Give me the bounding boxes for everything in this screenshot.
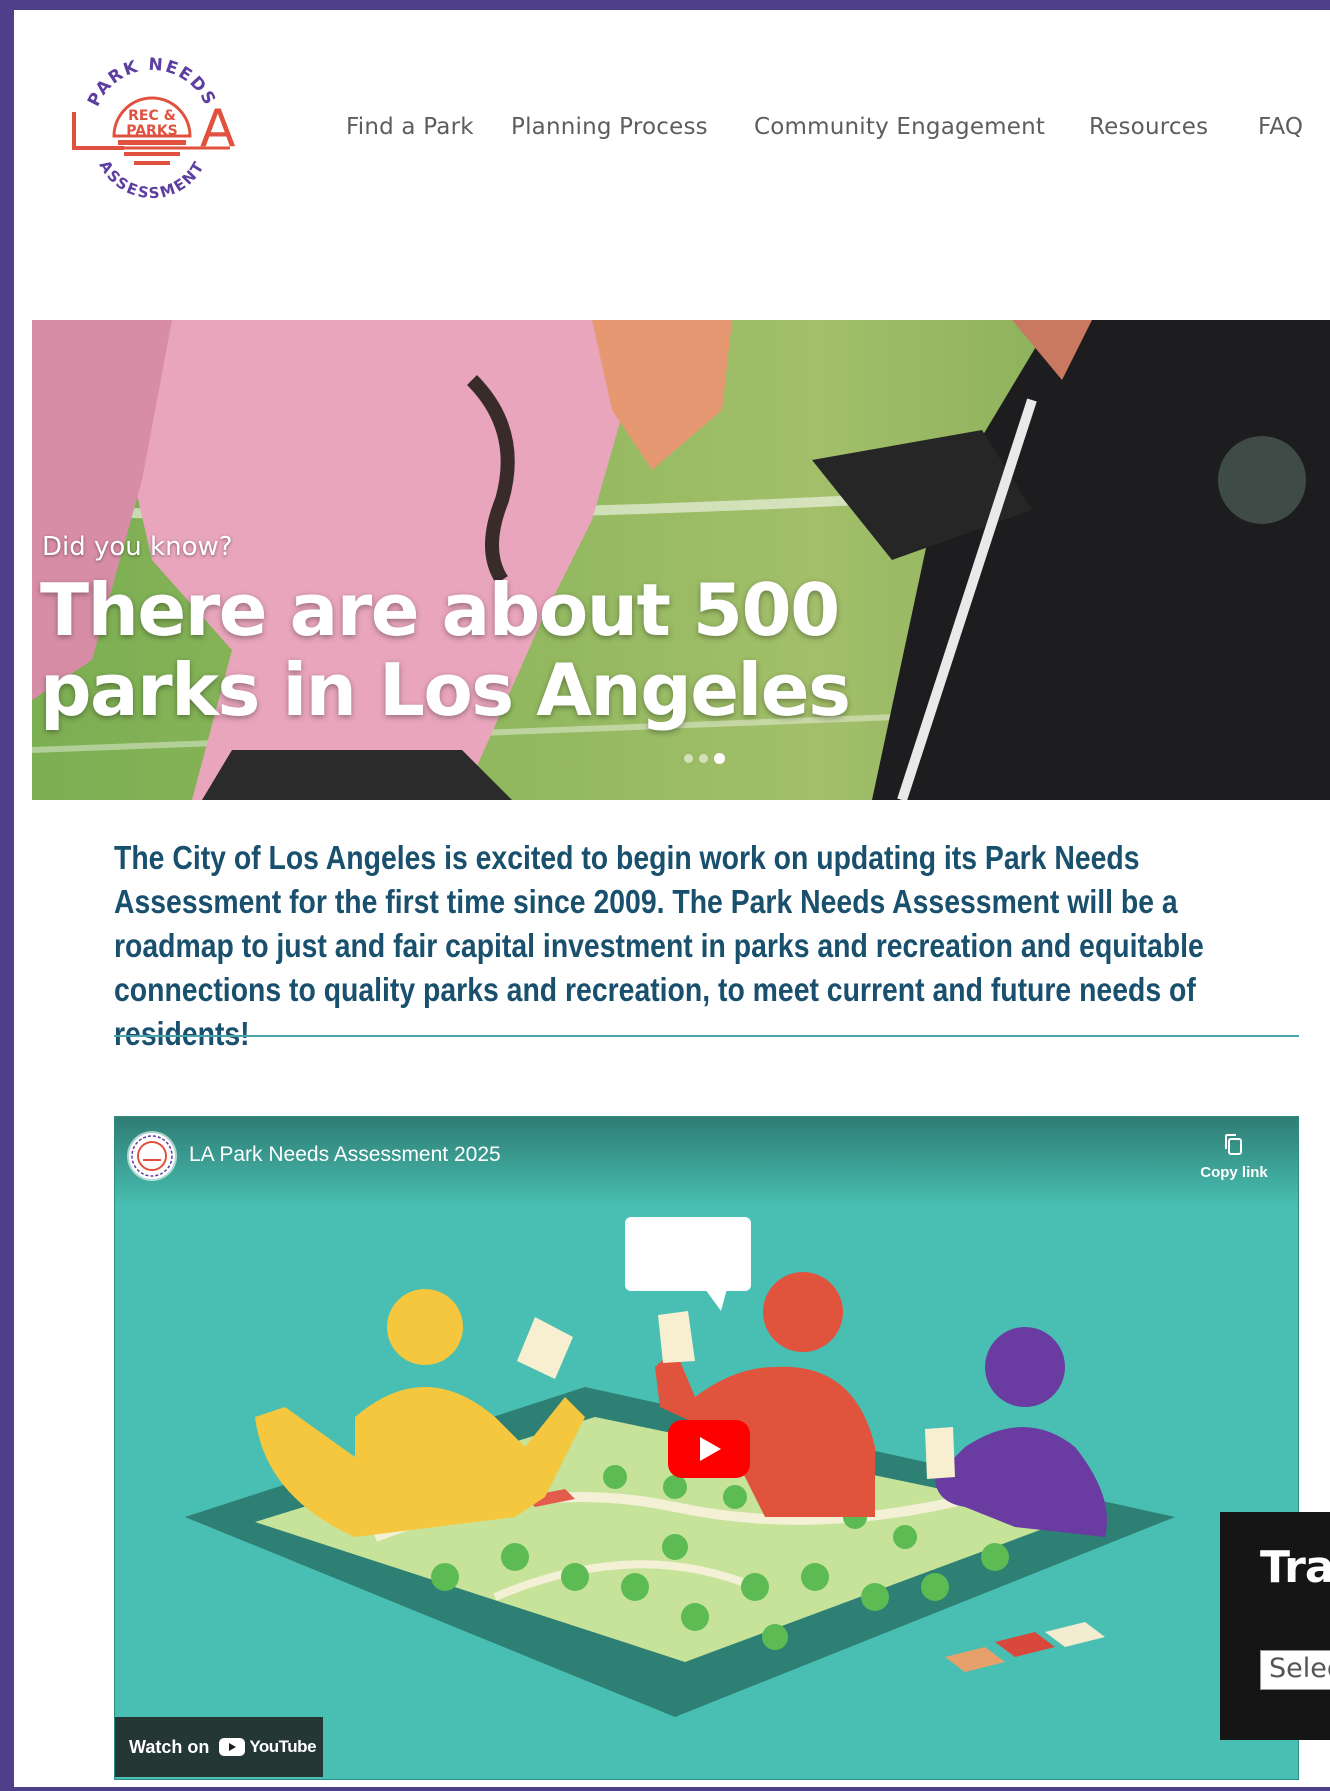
translate-widget: Trar Select: [1220, 1512, 1330, 1740]
nav-find-a-park[interactable]: Find a Park: [346, 114, 474, 140]
play-icon: [668, 1420, 750, 1478]
channel-logo-icon: [131, 1135, 173, 1177]
carousel-dot-1[interactable]: [684, 754, 693, 763]
carousel-dot-2[interactable]: [699, 754, 708, 763]
watch-on-youtube-button[interactable]: Watch on YouTube: [115, 1717, 323, 1777]
nav-faq[interactable]: FAQ: [1258, 114, 1303, 140]
channel-avatar[interactable]: [129, 1133, 175, 1179]
youtube-label: YouTube: [249, 1737, 317, 1756]
copy-link-label: Copy link: [1200, 1164, 1268, 1181]
hero-headline: There are about 500 parks in Los Angeles: [40, 568, 851, 732]
carousel-dot-3[interactable]: [714, 753, 725, 764]
site-logo[interactable]: PARK NEEDS ASSESSMENT REC & PARKS A: [54, 40, 254, 220]
youtube-wordmark: YouTube: [219, 1737, 317, 1757]
video-title[interactable]: LA Park Needs Assessment 2025: [189, 1143, 501, 1167]
hero-kicker: Did you know?: [42, 532, 233, 562]
section-divider: [114, 1035, 1299, 1037]
hero-banner: Did you know? There are about 500 parks …: [32, 320, 1330, 800]
logo-letter-a: A: [200, 99, 236, 159]
logo-graphic: PARK NEEDS ASSESSMENT REC & PARKS A: [72, 55, 236, 202]
nav-resources[interactable]: Resources: [1089, 114, 1208, 140]
carousel-dots: [684, 753, 725, 764]
logo-inner-line2: PARKS: [126, 123, 178, 139]
youtube-icon: [219, 1738, 246, 1756]
watch-on-label: Watch on: [129, 1736, 210, 1757]
youtube-embed[interactable]: LA Park Needs Assessment 2025 Copy link …: [114, 1116, 1299, 1780]
copy-link-button[interactable]: Copy link: [1196, 1133, 1272, 1181]
logo-inner-line1: REC &: [128, 108, 176, 124]
play-button[interactable]: [668, 1420, 750, 1483]
language-select[interactable]: Select: [1260, 1650, 1330, 1690]
intro-paragraph: The City of Los Angeles is excited to be…: [114, 839, 1204, 1052]
translate-title: Trar: [1260, 1542, 1330, 1593]
copy-icon: [1225, 1134, 1242, 1155]
nav-community-engagement[interactable]: Community Engagement: [754, 114, 1045, 140]
page-frame: PARK NEEDS ASSESSMENT REC & PARKS A Find…: [0, 0, 1330, 1791]
nav-planning-process[interactable]: Planning Process: [511, 114, 708, 140]
